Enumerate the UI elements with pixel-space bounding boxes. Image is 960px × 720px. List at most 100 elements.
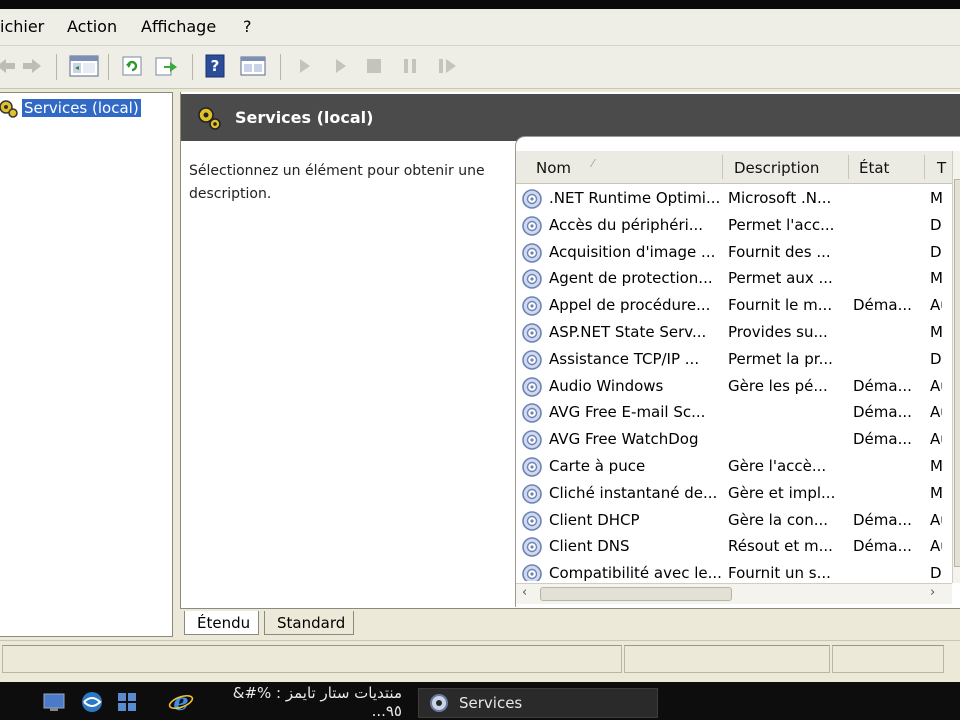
- table-row[interactable]: Cliché instantané de... Gère et impl... Ma: [516, 480, 942, 507]
- services-gear-icon: [427, 691, 453, 715]
- cell-description: Provides su...: [728, 323, 828, 341]
- vertical-scrollbar[interactable]: [952, 151, 960, 583]
- table-row[interactable]: Assistance TCP/IP ... Permet la pr... Dé: [516, 346, 942, 373]
- windows-quicklaunch-icon[interactable]: [116, 688, 138, 716]
- cell-description: Permet l'acc...: [728, 215, 835, 234]
- cell-type: Au: [930, 537, 942, 556]
- cell-description: Fournit un s...: [728, 564, 831, 581]
- cell-description: Permet la pr...: [728, 349, 833, 368]
- table-row[interactable]: Acquisition d'image ... Fournit des ... Dé: [516, 239, 942, 266]
- toolbar: ?: [0, 46, 960, 89]
- sort-indicator-icon: ⁄: [592, 157, 594, 170]
- tab-standard[interactable]: Standard: [264, 611, 355, 635]
- stop-service-icon[interactable]: [362, 54, 386, 78]
- menu-fichier[interactable]: ichier: [0, 17, 44, 36]
- pane-header: Services (local): [181, 94, 960, 141]
- tab-extended[interactable]: Étendu: [184, 611, 260, 635]
- table-row[interactable]: Client DNS Résout et m... Déma... Au: [516, 533, 942, 560]
- cell-type: Ma: [930, 269, 942, 288]
- menu-action[interactable]: Action: [67, 17, 117, 36]
- details-pane: Services (local) Sélectionnez un élément…: [180, 92, 960, 637]
- tree-item-services-local[interactable]: Services (local): [0, 97, 141, 119]
- cell-name: Compatibilité avec le...: [549, 564, 721, 581]
- export-list-icon[interactable]: [154, 54, 178, 78]
- cell-name: Assistance TCP/IP ...: [549, 349, 700, 368]
- service-gear-icon: [521, 268, 543, 290]
- services-gear-icon: [197, 104, 223, 132]
- table-row[interactable]: AVG Free E-mail Sc... Déma... Au: [516, 399, 942, 426]
- pause-service-icon[interactable]: [398, 54, 422, 78]
- refresh-icon[interactable]: [120, 54, 144, 78]
- column-separator[interactable]: [924, 155, 925, 179]
- taskbar: e منتديات ستار تايمز : %#& ٩٥... Service…: [0, 682, 960, 720]
- column-header-state[interactable]: État: [859, 159, 889, 177]
- vertical-scroll-thumb[interactable]: [954, 179, 960, 567]
- menu-affichage[interactable]: Affichage: [141, 17, 216, 36]
- column-header-name[interactable]: Nom: [536, 159, 571, 177]
- cell-type: Ma: [930, 323, 942, 341]
- status-bar: [0, 640, 960, 677]
- cell-type: Dé: [930, 564, 942, 581]
- start-service-alt-icon[interactable]: [328, 54, 352, 78]
- services-gear-icon: [0, 97, 18, 119]
- forward-arrow-icon[interactable]: [20, 54, 44, 78]
- cell-state: Déma...: [853, 403, 912, 422]
- toolbar-separator: [280, 54, 281, 80]
- table-row[interactable]: Carte à puce Gère l'accè... Ma: [516, 453, 942, 480]
- list-header: Nom ⁄ Description État T: [516, 151, 960, 184]
- cell-name: Acquisition d'image ...: [549, 242, 716, 261]
- menu-bar: ichier Action Affichage ?: [0, 9, 960, 46]
- horizontal-scrollbar[interactable]: ‹ ›: [516, 583, 952, 604]
- table-row[interactable]: Client DHCP Gère la con... Déma... Au: [516, 507, 942, 534]
- cell-type: Au: [930, 296, 942, 315]
- tree-item-label: Services (local): [22, 99, 141, 117]
- scroll-left-icon[interactable]: ‹: [522, 585, 527, 600]
- show-hide-console-tree-icon[interactable]: [68, 54, 100, 78]
- cell-description: Résout et m...: [728, 537, 833, 556]
- cell-name: AVG Free E-mail Sc...: [549, 403, 706, 422]
- start-service-icon[interactable]: [292, 54, 316, 78]
- menu-help[interactable]: ?: [243, 17, 252, 36]
- svg-text:?: ?: [211, 57, 220, 75]
- cell-type: Dé: [930, 215, 942, 234]
- scroll-right-icon[interactable]: ›: [930, 585, 935, 600]
- service-gear-icon: [521, 456, 543, 478]
- taskbar-services-window[interactable]: Services: [418, 688, 658, 718]
- cell-description: Gère l'accè...: [728, 457, 827, 475]
- column-header-description[interactable]: Description: [734, 159, 819, 177]
- services-list: Nom ⁄ Description État T .NET Runtime Op…: [515, 136, 960, 607]
- toolbar-separator: [192, 54, 193, 80]
- taskbar-ie-window[interactable]: e منتديات ستار تايمز : %#& ٩٥...: [168, 684, 402, 720]
- pane-title: Services (local): [235, 108, 374, 127]
- table-row[interactable]: .NET Runtime Optimi... Microsoft .N... Ma: [516, 185, 942, 212]
- service-gear-icon: [521, 188, 543, 210]
- cell-description: Fournit le m...: [728, 296, 833, 315]
- table-row[interactable]: ASP.NET State Serv... Provides su... Ma: [516, 319, 942, 346]
- table-row[interactable]: Audio Windows Gère les pé... Déma... Au: [516, 373, 942, 400]
- horizontal-scroll-thumb[interactable]: [540, 587, 732, 601]
- table-row[interactable]: Compatibilité avec le... Fournit un s... D…: [516, 560, 942, 581]
- cell-state: Déma...: [853, 376, 912, 395]
- cell-name: Agent de protection...: [549, 269, 713, 288]
- status-segment: [2, 645, 622, 673]
- cell-type: Au: [930, 430, 942, 449]
- column-header-type[interactable]: T: [937, 159, 946, 177]
- column-separator[interactable]: [848, 155, 849, 179]
- restart-service-icon[interactable]: [436, 54, 460, 78]
- column-separator[interactable]: [722, 155, 723, 179]
- show-desktop-icon[interactable]: [42, 688, 66, 716]
- properties-icon[interactable]: [238, 54, 268, 78]
- table-row[interactable]: Agent de protection... Permet aux ... Ma: [516, 265, 942, 292]
- browser-quicklaunch-icon[interactable]: [80, 688, 104, 716]
- table-row[interactable]: Appel de procédure... Fournit le m... Déma…: [516, 292, 942, 319]
- cell-type: Ma: [930, 189, 942, 207]
- table-row[interactable]: AVG Free WatchDog Déma... Au: [516, 426, 942, 453]
- toolbar-separator: [56, 54, 57, 80]
- service-gear-icon: [521, 215, 543, 237]
- back-arrow-icon[interactable]: [0, 54, 18, 78]
- cell-name: Accès du périphéri...: [549, 215, 704, 234]
- cell-name: ASP.NET State Serv...: [549, 323, 707, 341]
- table-row[interactable]: Accès du périphéri... Permet l'acc... Dé: [516, 212, 942, 239]
- service-gear-icon: [521, 402, 543, 424]
- help-icon[interactable]: ?: [203, 54, 227, 78]
